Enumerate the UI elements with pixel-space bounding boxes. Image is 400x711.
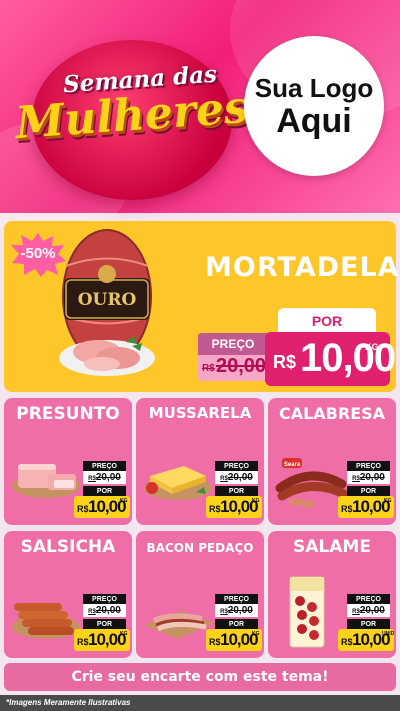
- featured-old-price: R$ 20,00: [198, 355, 268, 381]
- new-currency: R$: [209, 637, 221, 647]
- flyer-page: Semana das Mulheres Sua Logo Aqui -50% O…: [0, 0, 400, 711]
- new-currency: R$: [77, 504, 89, 514]
- old-value: 20,00: [227, 472, 253, 483]
- new-price-label: POR: [347, 619, 390, 629]
- new-price-label: POR: [215, 486, 258, 496]
- product-card-mussarela: MUSSARELA PREÇO R$20,00 POR R$ 10,00 KG: [136, 398, 264, 525]
- product-name: CALABRESA: [278, 404, 386, 423]
- featured-old-price-label: PREÇO: [198, 333, 268, 355]
- featured-new-currency: R$: [273, 352, 297, 372]
- product-card-salsicha: SALSICHA PREÇO R$20,00 POR R$ 10,00 KG: [4, 531, 132, 658]
- mortadela-image: OURO: [59, 229, 155, 376]
- new-currency: R$: [341, 504, 353, 514]
- old-price: R$20,00: [215, 604, 258, 617]
- old-currency: R$: [220, 609, 228, 615]
- old-value: 20,00: [227, 605, 253, 616]
- new-price-label: POR: [215, 619, 258, 629]
- salame-image: [289, 576, 325, 648]
- old-currency: R$: [352, 476, 360, 482]
- old-price: R$20,00: [83, 471, 126, 484]
- logo-text-line2: Aqui: [276, 101, 352, 140]
- salsicha-image: [12, 603, 80, 639]
- unit: KG: [252, 631, 260, 637]
- logo-text-line1: Sua Logo: [254, 72, 374, 103]
- old-currency: R$: [88, 476, 96, 482]
- product-card-bacon: BACON PEDAÇO PREÇO R$20,00 POR R$ 10,00 …: [136, 531, 264, 658]
- price-label: PREÇO: [347, 594, 390, 604]
- new-currency: R$: [341, 637, 353, 647]
- old-value: 20,00: [95, 472, 121, 483]
- new-price: R$ 10,00 KG: [206, 496, 262, 518]
- old-price: R$20,00: [83, 604, 126, 617]
- new-price-label: POR: [83, 486, 126, 496]
- old-currency: R$: [88, 609, 96, 615]
- product-name: SALAME: [293, 537, 371, 557]
- product-name: MUSSARELA: [148, 404, 252, 422]
- bacon-image: [144, 611, 214, 639]
- old-currency: R$: [220, 476, 228, 482]
- create-flyer-cta[interactable]: Crie seu encarte com este tema!: [4, 663, 396, 691]
- old-value: 20,00: [359, 605, 385, 616]
- price-label: PREÇO: [215, 461, 258, 471]
- featured-product-name: MORTADELA: [205, 252, 400, 283]
- price-label: PREÇO: [83, 594, 126, 604]
- old-value: 20,00: [95, 605, 121, 616]
- featured-old-currency: R$: [202, 363, 215, 374]
- product-card-presunto: PRESUNTO PREÇO R$20,00 POR R$ 10,00 KG: [4, 398, 132, 525]
- mussarela-image: [144, 466, 212, 500]
- new-price-label: POR: [83, 619, 126, 629]
- old-price: R$20,00: [215, 471, 258, 484]
- unit: KG: [120, 498, 128, 504]
- unit: KG: [252, 498, 260, 504]
- new-price: R$ 10,00 KG: [74, 496, 130, 518]
- new-currency: R$: [77, 637, 89, 647]
- price-label: PREÇO: [215, 594, 258, 604]
- calabresa-image: Seara: [275, 458, 348, 508]
- product-card-salame: SALAME PREÇO R$20,00 POR R$ 10,00 UNID: [268, 531, 396, 658]
- featured-new-price: R$ 10,00 KG: [265, 332, 396, 386]
- brand-label: OURO: [78, 290, 137, 310]
- old-price: R$20,00: [347, 604, 390, 617]
- old-value: 20,00: [359, 472, 385, 483]
- new-price: R$ 10,00 KG: [338, 496, 394, 518]
- old-price: R$20,00: [347, 471, 390, 484]
- featured-new-price-label: POR: [278, 308, 376, 334]
- product-name: BACON PEDAÇO: [146, 541, 254, 555]
- product-card-calabresa: CALABRESA Seara PREÇO R$20,00 POR R$ 10,…: [268, 398, 396, 525]
- featured-unit: KG: [365, 342, 379, 352]
- featured-new-value: 10,00: [300, 336, 396, 380]
- price-label: PREÇO: [83, 461, 126, 471]
- product-name: SALSICHA: [20, 537, 116, 557]
- new-price: R$ 10,00 KG: [74, 629, 130, 651]
- unit: KG: [384, 498, 392, 504]
- seara-logo: Seara: [284, 462, 301, 468]
- new-currency: R$: [209, 504, 221, 514]
- disclaimer-text: *Imagens Meramente Ilustrativas: [6, 698, 131, 707]
- logo-placeholder: Sua Logo Aqui: [244, 36, 384, 176]
- new-price: R$ 10,00 UNID: [338, 629, 394, 651]
- presunto-image: [12, 464, 80, 498]
- new-price-label: POR: [347, 486, 390, 496]
- featured-old-value: 20,00: [216, 355, 267, 377]
- unit: KG: [120, 631, 128, 637]
- unit: UNID: [382, 631, 395, 637]
- price-label: PREÇO: [347, 461, 390, 471]
- new-price: R$ 10,00 KG: [206, 629, 262, 651]
- old-currency: R$: [352, 609, 360, 615]
- product-name: PRESUNTO: [16, 404, 120, 424]
